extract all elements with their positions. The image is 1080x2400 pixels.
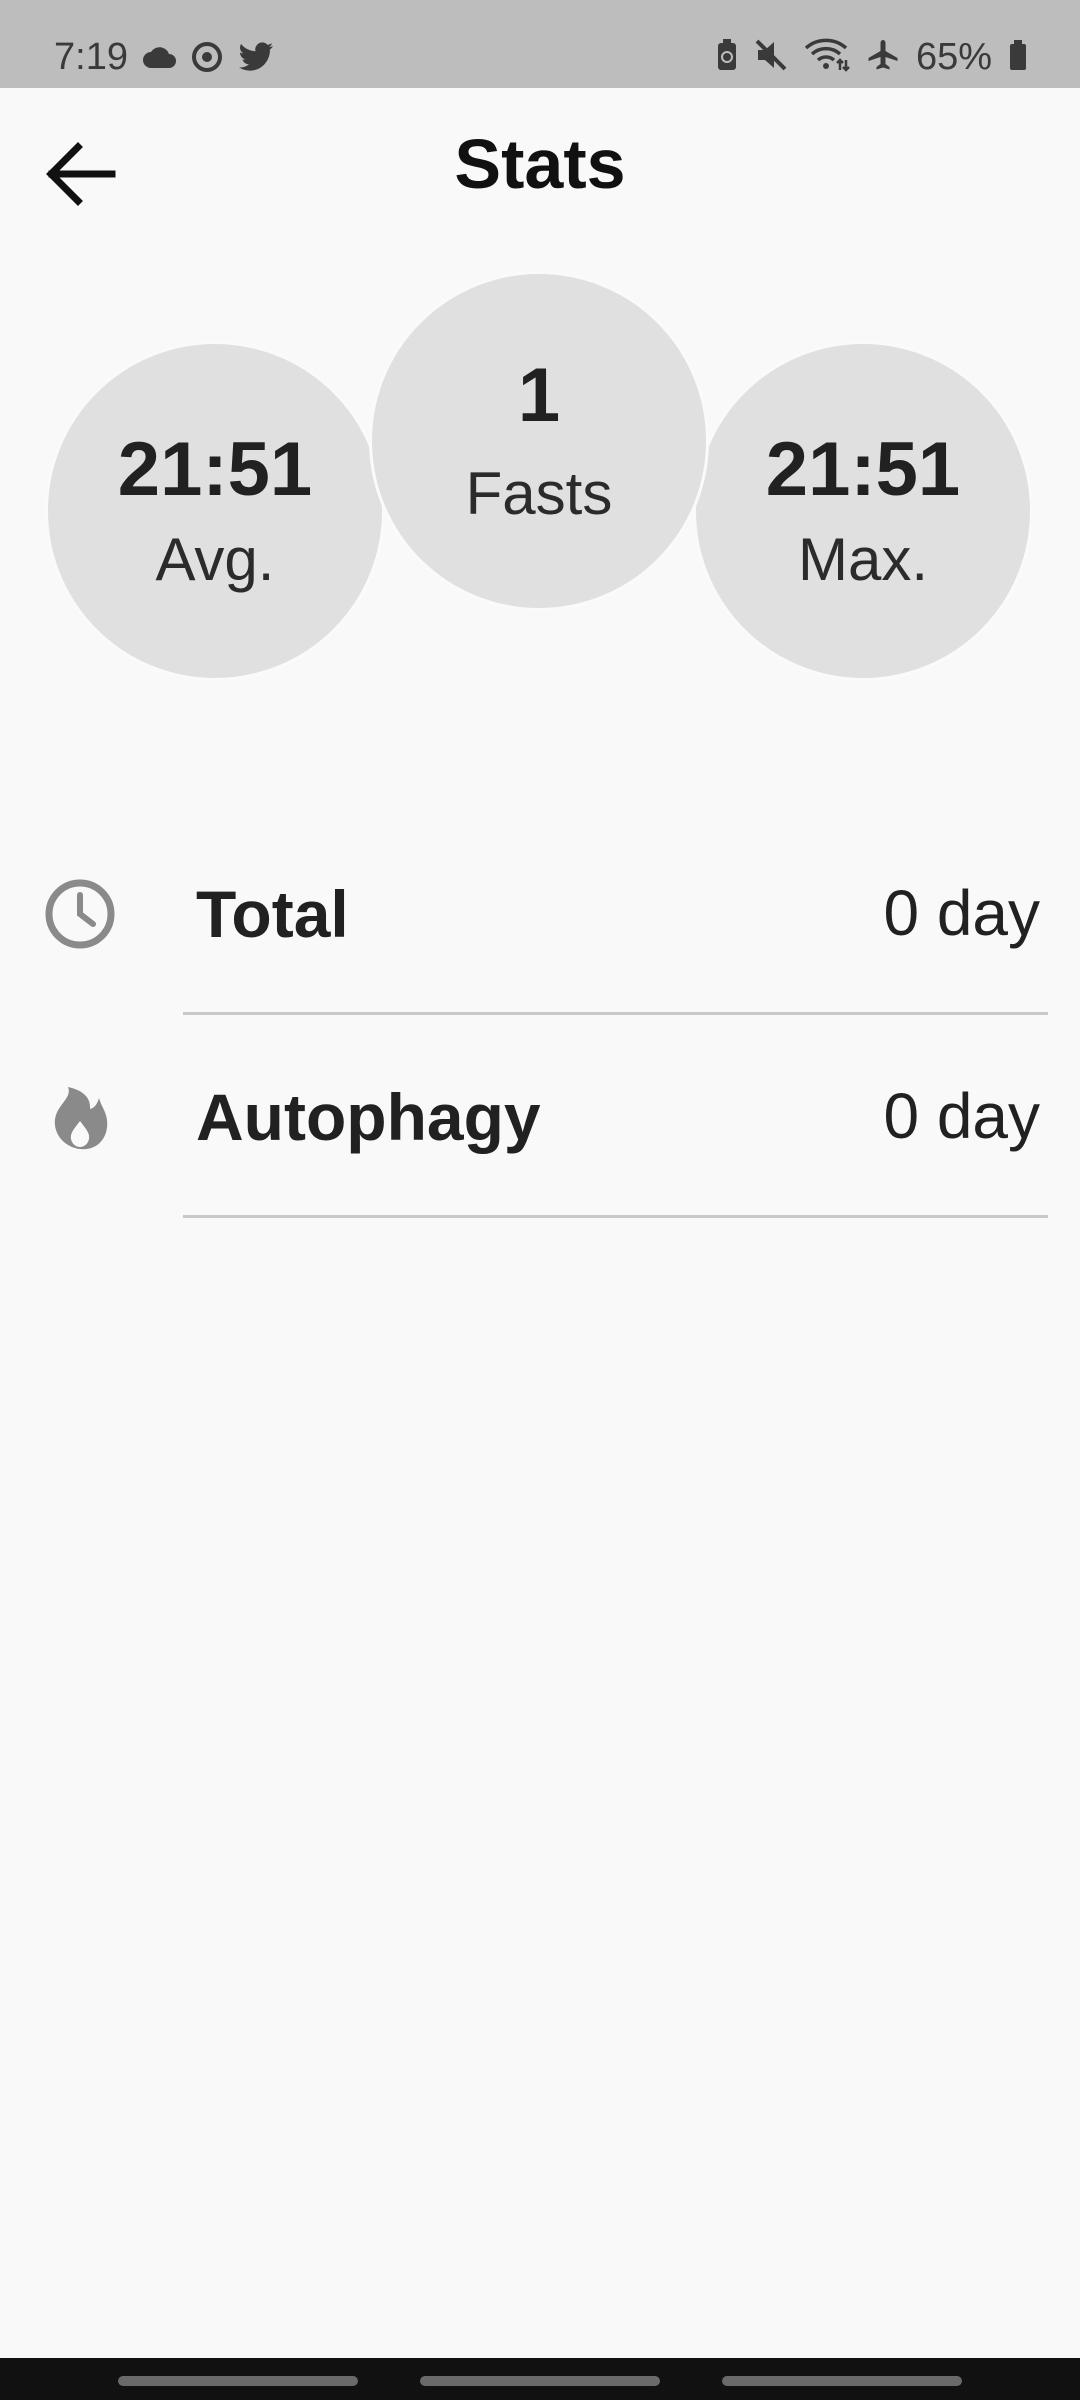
max-duration-label: Max. — [797, 526, 929, 593]
avg-duration-value: 21:51 — [117, 427, 313, 512]
wifi-icon — [804, 38, 850, 77]
max-duration-value: 21:51 — [765, 427, 961, 512]
fasts-count-value: 1 — [517, 353, 561, 438]
cloud-icon — [142, 44, 176, 75]
sync-icon — [190, 40, 224, 79]
battery-saver-icon — [716, 38, 738, 77]
status-time: 7:19 — [54, 36, 128, 78]
twitter-icon — [238, 42, 274, 77]
stat-value: 0 day — [883, 877, 1040, 949]
fasts-count-label: Fasts — [465, 460, 613, 527]
mute-icon — [754, 38, 788, 77]
status-bar: 7:19 65% — [0, 0, 1080, 88]
avg-duration-label: Avg. — [155, 526, 275, 593]
stat-row-total: Total 0 day — [0, 812, 1080, 1015]
nav-back-button[interactable] — [722, 2376, 962, 2386]
fasts-count-circle: 1 Fasts — [369, 271, 709, 611]
max-duration-circle: 21:51 Max. — [693, 341, 1033, 681]
stat-value: 0 day — [883, 1080, 1040, 1152]
nav-home-button[interactable] — [420, 2376, 660, 2386]
flame-icon — [40, 1078, 120, 1158]
stat-label: Total — [196, 877, 349, 951]
battery-percent: 65% — [915, 36, 992, 78]
app-bar: Stats — [0, 88, 1080, 246]
page-title: Stats — [454, 125, 626, 203]
status-system-icons: 65% — [716, 36, 1028, 79]
airplane-icon — [866, 38, 900, 77]
status-notification-icons — [142, 40, 274, 79]
nav-recents-button[interactable] — [118, 2376, 358, 2386]
stat-label: Autophagy — [196, 1080, 541, 1154]
avg-duration-circle: 21:51 Avg. — [45, 341, 385, 681]
battery-icon — [1008, 39, 1028, 76]
stat-row-autophagy: Autophagy 0 day — [0, 1015, 1080, 1218]
system-nav-bar — [0, 2358, 1080, 2400]
clock-icon — [40, 874, 120, 954]
divider — [183, 1215, 1048, 1218]
